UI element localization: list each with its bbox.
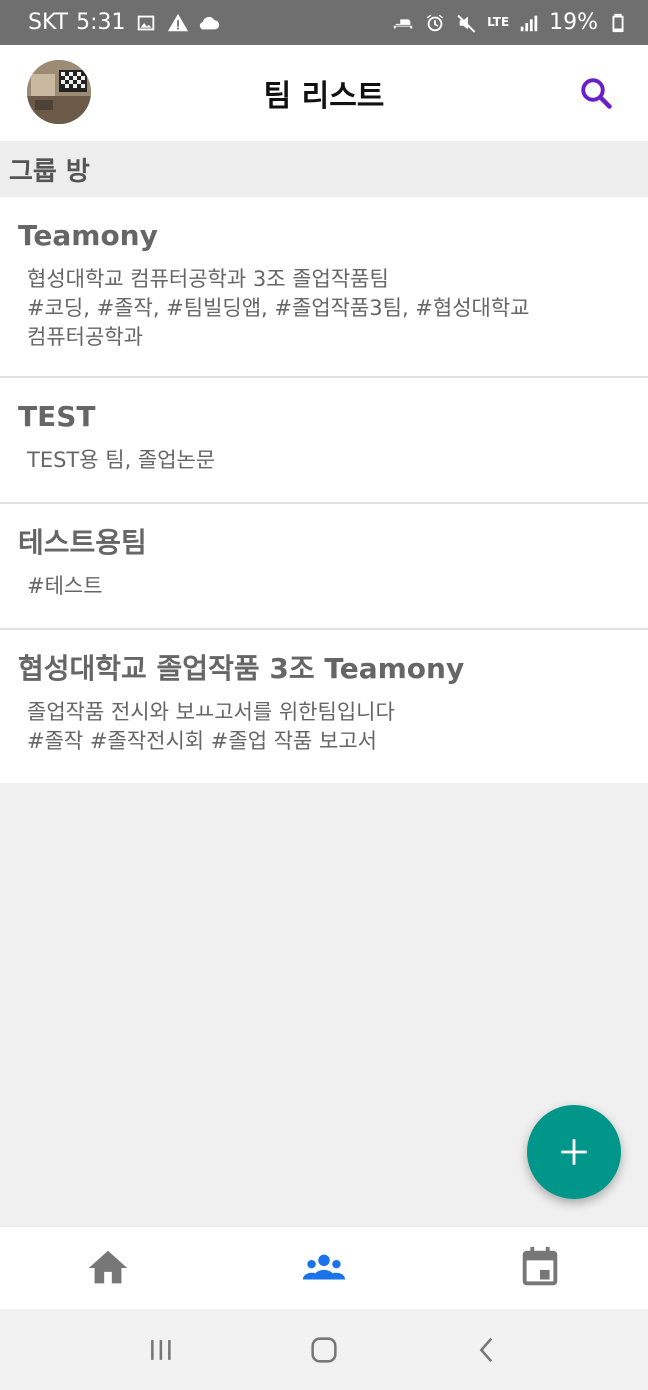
team-name: 테스트용팀: [18, 526, 147, 559]
status-right: LTE 19%: [391, 10, 630, 35]
back-icon: [479, 1337, 492, 1362]
warning-icon: [166, 11, 190, 35]
add-team-button[interactable]: [527, 1105, 621, 1199]
search-icon: [581, 78, 612, 109]
group-icon: [302, 1254, 346, 1280]
team-description: #테스트: [27, 574, 103, 598]
team-name: 협성대학교 졸업작품 3조 Teamony: [18, 652, 465, 685]
plus-icon: [561, 1139, 587, 1165]
image-icon: [134, 11, 158, 35]
search-button[interactable]: [578, 75, 614, 111]
cloud-icon: [198, 11, 222, 35]
team-description: 협성대학교 컴퓨터공학과 3조 졸업작품팀 #코딩, #졸작, #팀빌딩앱, #…: [27, 267, 530, 349]
status-left: SKT 5:31: [28, 10, 222, 35]
team-name: TEST: [18, 400, 96, 433]
team-list-item[interactable]: 테스트용팀 #테스트: [0, 504, 648, 630]
battery-percent: 19%: [549, 10, 598, 35]
team-list-item[interactable]: 협성대학교 졸업작품 3조 Teamony 졸업작품 전시와 보ㅛ고서를 위한팀…: [0, 630, 648, 783]
app-bar: 팀 리스트: [0, 45, 648, 141]
nav-calendar[interactable]: [432, 1227, 648, 1310]
home-icon: [88, 1250, 128, 1284]
nav-home[interactable]: [0, 1227, 216, 1310]
screen: SKT 5:31 LTE 19% 팀 리스트 그룹 방 Teamony 협성대학…: [0, 0, 648, 1390]
home-circle-icon: [311, 1336, 337, 1363]
recent-apps-button[interactable]: [131, 1320, 191, 1380]
team-list: Teamony 협성대학교 컴퓨터공학과 3조 졸업작품팀 #코딩, #졸작, …: [0, 197, 648, 783]
nav-teams[interactable]: [216, 1227, 432, 1310]
team-description: TEST용 팀, 졸업논문: [27, 448, 216, 472]
section-header: 그룹 방: [0, 141, 648, 197]
battery-icon: [606, 11, 630, 35]
alarm-icon: [423, 11, 447, 35]
team-list-item[interactable]: TEST TEST용 팀, 졸업논문: [0, 378, 648, 504]
team-description: 졸업작품 전시와 보ㅛ고서를 위한팀입니다 #졸작 #졸작전시회 #졸업 작품 …: [27, 700, 395, 753]
recent-apps-icon: [151, 1339, 171, 1360]
lte-icon: LTE: [487, 15, 510, 29]
time-label: 5:31: [76, 10, 126, 35]
team-name: Teamony: [18, 219, 158, 252]
page-title: 팀 리스트: [263, 79, 385, 114]
carrier-label: SKT: [28, 10, 69, 35]
team-list-item[interactable]: Teamony 협성대학교 컴퓨터공학과 3조 졸업작품팀 #코딩, #졸작, …: [0, 197, 648, 378]
system-home-button[interactable]: [294, 1320, 354, 1380]
bottom-nav: [0, 1226, 648, 1309]
back-button[interactable]: [457, 1320, 517, 1380]
mute-icon: [455, 11, 479, 35]
status-bar: SKT 5:31 LTE 19%: [0, 0, 648, 45]
signal-icon: [517, 11, 541, 35]
system-nav: [0, 1309, 648, 1390]
calendar-icon: [522, 1246, 558, 1286]
bed-icon: [391, 11, 415, 35]
